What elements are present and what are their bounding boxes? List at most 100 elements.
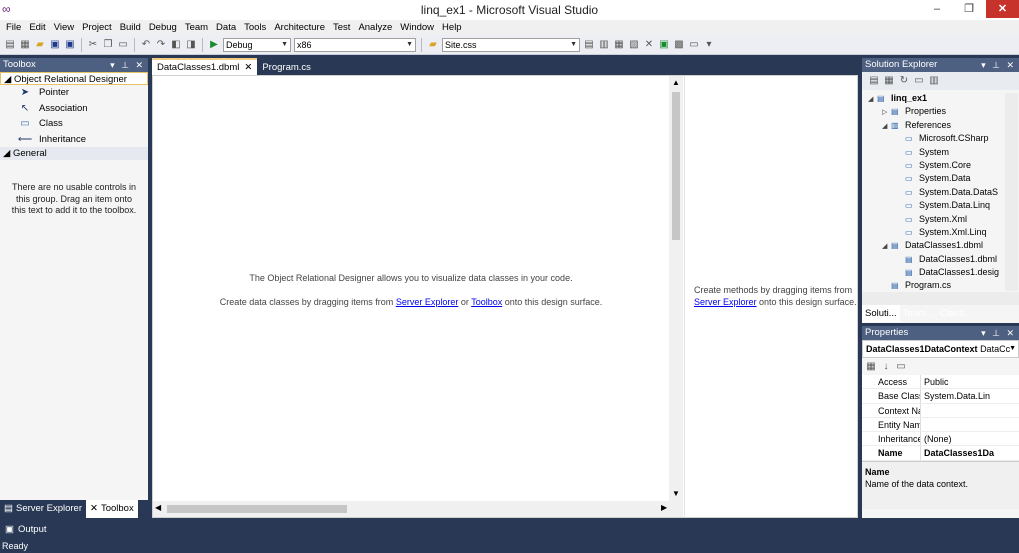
find-in-files-icon[interactable]: ▰: [427, 39, 439, 51]
tab-toolbox[interactable]: ✕ Toolbox: [85, 500, 138, 518]
tree-item[interactable]: ▭ System.Data.Linq: [868, 199, 1019, 212]
toolbox-icon[interactable]: ▧: [628, 39, 640, 51]
add-item-icon[interactable]: ▦: [19, 39, 31, 51]
scroll-up-icon[interactable]: ▲: [672, 78, 680, 87]
server-explorer-link[interactable]: Server Explorer: [396, 297, 459, 307]
tree-expander-icon[interactable]: ◢: [882, 240, 891, 253]
data-classes-pane[interactable]: The Object Relational Designer allows yo…: [153, 76, 673, 501]
tab-team-explorer[interactable]: Team...: [900, 305, 937, 322]
horizontal-scrollbar[interactable]: ◀ ▶: [153, 501, 683, 517]
tree-item[interactable]: ▭ System: [868, 146, 1019, 159]
restore-button[interactable]: ❐: [954, 0, 984, 18]
property-row[interactable]: Base Class System.Data.Lin: [862, 389, 1019, 404]
panel-controls-icon[interactable]: ▾ ⊥ ✕: [981, 58, 1016, 72]
solution-explorer-icon[interactable]: ▤: [583, 39, 595, 51]
menu-view[interactable]: View: [50, 22, 78, 33]
tree-item[interactable]: ◢ ▥ References: [868, 119, 1019, 132]
toolbox-group-object-relational-designer[interactable]: ◢ Object Relational Designer: [0, 72, 148, 85]
property-value[interactable]: System.Data.Lin: [920, 389, 1019, 403]
menu-help[interactable]: Help: [438, 22, 466, 33]
solution-platform-dropdown[interactable]: x86 ▼: [294, 37, 416, 52]
menu-architecture[interactable]: Architecture: [270, 22, 329, 33]
menu-analyze[interactable]: Analyze: [354, 22, 396, 33]
property-value[interactable]: DataClasses1Da: [920, 446, 1019, 460]
property-row[interactable]: Context Nam: [862, 403, 1019, 418]
menu-tools[interactable]: Tools: [240, 22, 270, 33]
tree-item[interactable]: ▭ System.Data.DataS: [868, 186, 1019, 199]
property-value[interactable]: [920, 417, 1019, 432]
cut-icon[interactable]: ✂: [87, 39, 99, 51]
tab-class-view[interactable]: Class...: [937, 305, 975, 322]
menu-window[interactable]: Window: [396, 22, 438, 33]
paste-icon[interactable]: ▭: [117, 39, 129, 51]
refresh-icon[interactable]: ↻: [898, 75, 910, 87]
scroll-thumb[interactable]: [167, 505, 347, 513]
property-value[interactable]: (None): [920, 432, 1019, 446]
navigate-forward-icon[interactable]: ◨: [185, 39, 197, 51]
find-combo[interactable]: Site.css ▼: [442, 37, 580, 52]
open-file-icon[interactable]: ▰: [34, 39, 46, 51]
vertical-scrollbar[interactable]: [1005, 93, 1018, 291]
tree-item[interactable]: ▤ DataClasses1.desig: [868, 266, 1019, 279]
toolbox-item-class[interactable]: ▭ Class: [0, 116, 148, 132]
tree-item[interactable]: ▭ System.Core: [868, 159, 1019, 172]
window-layout-icon[interactable]: ▭: [688, 39, 700, 51]
tree-expander-icon[interactable]: ◢: [882, 120, 891, 133]
scroll-right-icon[interactable]: ▶: [661, 503, 667, 512]
menu-edit[interactable]: Edit: [25, 22, 49, 33]
tab-dataclasses1-dbml[interactable]: DataClasses1.dbml ✕: [152, 58, 258, 75]
alphabetical-icon[interactable]: ↓: [880, 361, 892, 373]
view-designer-icon[interactable]: ▥: [928, 75, 940, 87]
navigate-back-icon[interactable]: ◧: [170, 39, 182, 51]
copy-icon[interactable]: ❐: [102, 39, 114, 51]
tab-output[interactable]: ▣ Output: [0, 521, 55, 538]
property-pages-icon[interactable]: ▭: [895, 361, 907, 373]
menu-debug[interactable]: Debug: [145, 22, 181, 33]
scroll-thumb[interactable]: [672, 92, 680, 240]
tree-item[interactable]: ◢ ▤ DataClasses1.dbml: [868, 239, 1019, 252]
vertical-scrollbar[interactable]: ▲ ▼: [669, 76, 683, 501]
designer-surface[interactable]: The Object Relational Designer allows yo…: [152, 75, 858, 518]
toolbox-item-association[interactable]: ↖ Association: [0, 101, 148, 117]
panel-controls-icon[interactable]: ▾ ⊥ ✕: [981, 326, 1016, 340]
view-code-icon[interactable]: ▭: [913, 75, 925, 87]
methods-pane[interactable]: Create methods by dragging items from Se…: [684, 76, 857, 517]
start-debugging-icon[interactable]: ▶: [208, 39, 220, 51]
menu-test[interactable]: Test: [329, 22, 354, 33]
tree-expander-icon[interactable]: ▷: [882, 106, 891, 119]
menu-build[interactable]: Build: [116, 22, 145, 33]
toolbar-options-icon[interactable]: ▾: [703, 39, 715, 51]
menu-team[interactable]: Team: [181, 22, 212, 33]
scroll-down-icon[interactable]: ▼: [672, 489, 680, 498]
tree-item[interactable]: ▭ System.Xml: [868, 213, 1019, 226]
horizontal-scrollbar[interactable]: [862, 292, 1019, 305]
minimize-button[interactable]: –: [922, 0, 952, 18]
toolbox-item-pointer[interactable]: ➤ Pointer: [0, 85, 148, 101]
undo-icon[interactable]: ↶: [140, 39, 152, 51]
show-all-files-icon[interactable]: ▦: [883, 75, 895, 87]
tools-icon[interactable]: ✕: [643, 39, 655, 51]
save-all-icon[interactable]: ▣: [64, 39, 76, 51]
tab-server-explorer[interactable]: ▤ Server Explorer: [0, 500, 86, 518]
property-value[interactable]: Public: [920, 375, 1019, 389]
server-explorer-link[interactable]: Server Explorer: [694, 297, 757, 307]
save-icon[interactable]: ▣: [49, 39, 61, 51]
close-button[interactable]: ✕: [986, 0, 1019, 18]
menu-project[interactable]: Project: [78, 22, 116, 33]
property-row[interactable]: Access Public: [862, 375, 1019, 390]
categorized-icon[interactable]: ▦: [865, 361, 877, 373]
toolbox-link[interactable]: Toolbox: [471, 297, 502, 307]
tab-program-cs[interactable]: Program.cs: [257, 60, 316, 75]
property-row[interactable]: Name DataClasses1Da: [862, 446, 1019, 461]
redo-icon[interactable]: ↷: [155, 39, 167, 51]
tree-item[interactable]: ▭ System.Xml.Linq: [868, 226, 1019, 239]
solution-configuration-dropdown[interactable]: Debug ▼: [223, 37, 291, 52]
tree-item[interactable]: ▷ ▤ Properties: [868, 105, 1019, 118]
extension-manager-icon[interactable]: ▩: [673, 39, 685, 51]
scroll-left-icon[interactable]: ◀: [155, 503, 161, 512]
panel-controls-icon[interactable]: ▾ ⊥ ✕: [110, 58, 145, 72]
tree-item[interactable]: ▭ System.Data: [868, 172, 1019, 185]
tree-item[interactable]: ▤ DataClasses1.dbml: [868, 253, 1019, 266]
tree-item[interactable]: ▭ Microsoft.CSharp: [868, 132, 1019, 145]
tab-solution-explorer[interactable]: Soluti...: [862, 305, 900, 322]
